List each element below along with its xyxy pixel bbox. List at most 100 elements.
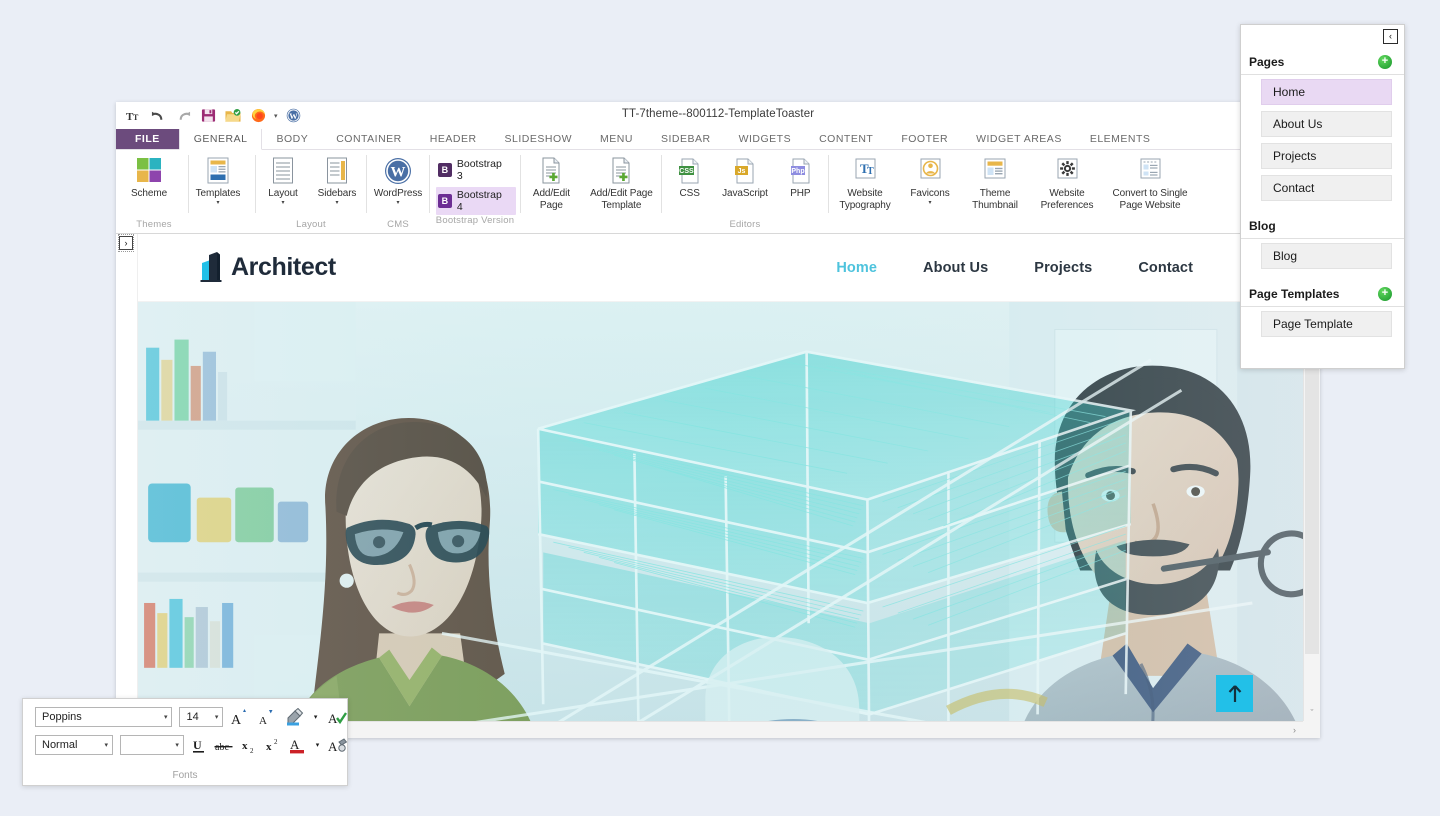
font-family-select[interactable]: Poppins ▾ — [35, 707, 172, 727]
superscript-icon[interactable]: x2 — [265, 735, 282, 755]
bootstrap-4-option[interactable]: B Bootstrap 4 — [436, 187, 516, 215]
nav-link-about-us[interactable]: About Us — [923, 260, 988, 276]
tab-slideshow[interactable]: SLIDESHOW — [491, 129, 587, 149]
favicons-caret-icon[interactable]: ▾ — [928, 200, 931, 207]
fonts-toolbar-row-1: Poppins ▾ 14 ▾ A A ▾ A — [23, 699, 347, 727]
scroll-right-icon[interactable]: › — [1286, 722, 1303, 738]
favicons-button[interactable]: Favicons ▾ — [901, 156, 959, 207]
add-page-template-button[interactable]: + — [1378, 287, 1392, 301]
page-item-projects[interactable]: Projects — [1261, 143, 1392, 169]
tab-body[interactable]: BODY — [262, 129, 322, 149]
svg-text:W: W — [391, 165, 406, 181]
svg-text:A: A — [290, 737, 300, 752]
css-editor-button[interactable]: CSS CSS — [662, 156, 717, 200]
page-item-contact[interactable]: Contact — [1261, 175, 1392, 201]
panel-top-spacer — [1241, 25, 1404, 49]
font-color-icon[interactable]: A — [289, 735, 307, 755]
website-preferences-icon — [1053, 156, 1081, 186]
nav-link-projects[interactable]: Projects — [1034, 260, 1092, 276]
font-variant-select[interactable]: ▾ — [120, 735, 184, 755]
sidebars-caret-icon[interactable]: ▾ — [335, 200, 338, 207]
tab-content[interactable]: CONTENT — [805, 129, 887, 149]
scroll-to-top-button[interactable] — [1216, 675, 1253, 712]
font-size-select[interactable]: 14 ▾ — [179, 707, 223, 727]
font-style-select[interactable]: Normal ▾ — [35, 735, 113, 755]
wordpress-caret-icon[interactable]: ▾ — [396, 200, 399, 207]
layout-caret-icon[interactable]: ▾ — [281, 200, 284, 207]
wordpress-button[interactable]: W WordPress ▾ — [367, 156, 429, 207]
tab-menu[interactable]: MENU — [586, 129, 647, 149]
svg-text:abc: abc — [215, 742, 229, 753]
tab-container[interactable]: CONTAINER — [322, 129, 416, 149]
website-preview: Architect Home About Us Projects Contact — [138, 234, 1303, 721]
sidebars-label: Sidebars — [318, 188, 357, 200]
bootstrap-badge-icon: B — [438, 194, 452, 208]
increase-font-size-icon[interactable]: A — [230, 707, 250, 727]
scheme-label: Scheme — [131, 188, 167, 200]
page-item-home[interactable]: Home — [1261, 79, 1392, 105]
nav-link-contact[interactable]: Contact — [1138, 260, 1193, 276]
subscript-icon[interactable]: x2 — [241, 735, 258, 755]
tab-file[interactable]: FILE — [116, 129, 179, 149]
wordpress-label: WordPress — [374, 188, 422, 200]
font-family-value: Poppins — [42, 711, 82, 723]
tab-elements[interactable]: ELEMENTS — [1076, 129, 1165, 149]
website-typography-icon: T T — [851, 156, 879, 186]
tab-footer[interactable]: FOOTER — [887, 129, 962, 149]
layout-button[interactable]: Layout ▾ — [256, 156, 310, 207]
templates-icon — [204, 156, 232, 186]
layout-label: Layout — [268, 188, 297, 200]
tab-widget-areas[interactable]: WIDGET AREAS — [962, 129, 1076, 149]
collapse-panel-button[interactable]: ‹ — [1383, 29, 1398, 44]
favicons-label: Favicons — [910, 188, 949, 200]
theme-thumbnail-label: Theme Thumbnail — [961, 188, 1029, 211]
bootstrap-3-option[interactable]: B Bootstrap 3 — [436, 156, 516, 184]
nav-link-home[interactable]: Home — [836, 260, 877, 276]
javascript-editor-button[interactable]: Js JavaScript — [717, 156, 772, 200]
ribbon-group-themes: Scheme Themes — [120, 150, 188, 233]
strikethrough-icon[interactable]: abc — [214, 735, 234, 755]
php-editor-button[interactable]: Php PHP — [773, 156, 828, 200]
spell-check-icon[interactable]: A — [327, 707, 347, 727]
bootstrap-version-list: B Bootstrap 3 B Bootstrap 4 — [430, 150, 520, 215]
scroll-down-icon[interactable]: ˇ — [1304, 704, 1320, 721]
tab-general[interactable]: GENERAL — [179, 129, 263, 150]
decrease-font-size-icon[interactable]: A — [257, 707, 277, 727]
font-color-caret-icon[interactable]: ▾ — [314, 735, 321, 755]
page-item-about-us[interactable]: About Us — [1261, 111, 1392, 137]
tab-header[interactable]: HEADER — [416, 129, 491, 149]
templates-caret-icon[interactable]: ▾ — [216, 200, 219, 207]
svg-text:A: A — [259, 715, 267, 726]
ribbon-panel: Scheme Themes — [116, 150, 1320, 234]
scheme-button[interactable]: Scheme — [120, 156, 178, 200]
page-item-page-template[interactable]: Page Template — [1261, 311, 1392, 337]
wordpress-icon: W — [383, 156, 413, 186]
chevron-down-icon: ▾ — [175, 741, 179, 749]
text-highlight-color-icon[interactable] — [284, 707, 304, 727]
templates-button[interactable]: Templates ▾ — [189, 156, 247, 207]
tab-widgets[interactable]: WIDGETS — [725, 129, 806, 149]
page-item-blog[interactable]: Blog — [1261, 243, 1392, 269]
website-typography-label: Website Typography — [831, 188, 899, 211]
workspace: › Architect Home — [116, 234, 1320, 738]
add-edit-page-button[interactable]: Add/Edit Page — [521, 156, 582, 211]
convert-single-page-button[interactable]: Convert to Single Page Website — [1103, 156, 1197, 211]
theme-thumbnail-button[interactable]: Theme Thumbnail — [959, 156, 1031, 211]
group-label-spacer-2 — [521, 230, 661, 233]
clear-formatting-icon[interactable]: A — [328, 735, 347, 755]
blog-section-title: Blog — [1249, 219, 1276, 233]
site-header: Architect Home About Us Projects Contact — [138, 234, 1303, 302]
add-edit-page-template-button[interactable]: Add/Edit Page Template — [582, 156, 661, 211]
expand-left-panel-button[interactable]: › — [119, 236, 133, 250]
sidebars-button[interactable]: Sidebars ▾ — [310, 156, 364, 207]
add-page-button[interactable]: + — [1378, 55, 1392, 69]
add-edit-page-icon — [537, 156, 565, 186]
architect-logo-icon — [200, 252, 226, 284]
site-logo[interactable]: Architect — [200, 252, 336, 284]
website-preferences-button[interactable]: Website Preferences — [1031, 156, 1103, 211]
tab-sidebar[interactable]: SIDEBAR — [647, 129, 725, 149]
underline-icon[interactable]: U — [191, 735, 207, 755]
hero-slideshow[interactable] — [138, 302, 1303, 721]
website-typography-button[interactable]: T T Website Typography — [829, 156, 901, 211]
highlight-caret-icon[interactable]: ▾ — [311, 707, 320, 727]
